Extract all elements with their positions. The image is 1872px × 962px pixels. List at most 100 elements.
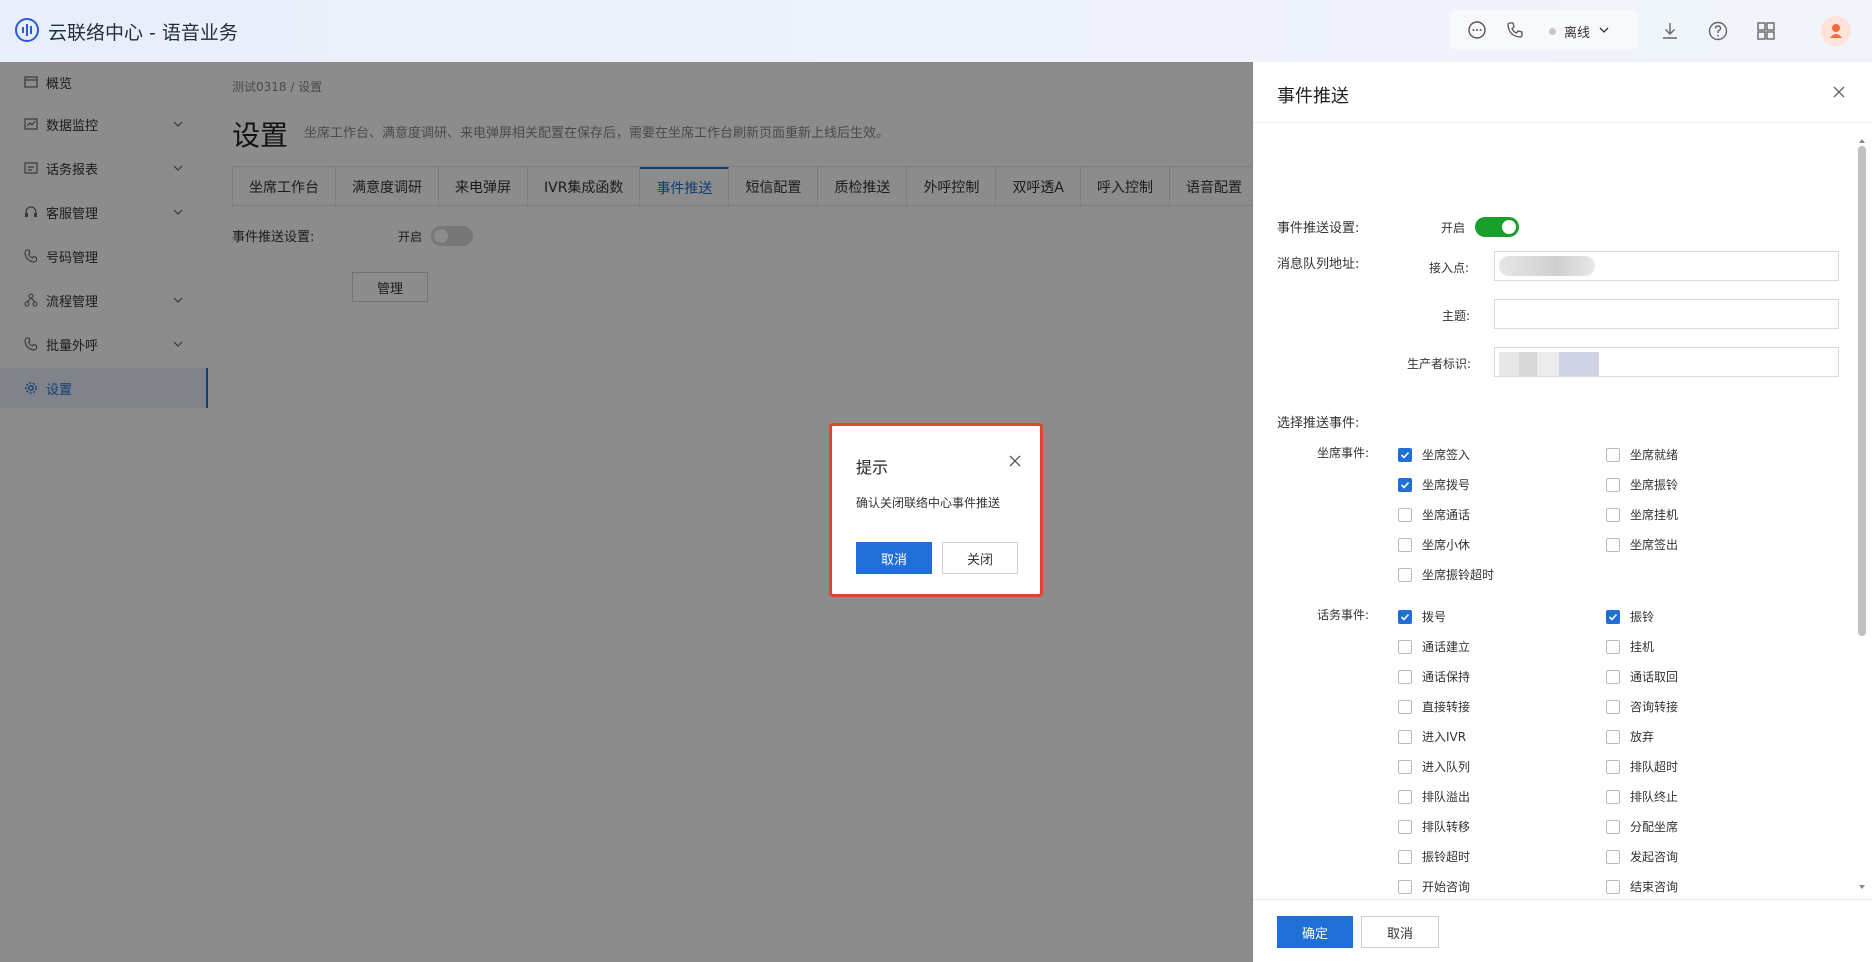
checkbox[interactable] <box>1606 879 1620 894</box>
checkbox[interactable] <box>1606 477 1620 492</box>
event-checkbox-item[interactable]: 振铃超时 <box>1398 848 1470 865</box>
scroll-down-icon[interactable] <box>1858 880 1866 889</box>
checkbox[interactable] <box>1606 447 1620 462</box>
checkbox[interactable] <box>1606 699 1620 714</box>
queue-address-label: 消息队列地址: <box>1277 257 1360 272</box>
checkbox[interactable] <box>1606 669 1620 684</box>
event-checkbox-item[interactable]: 振铃 <box>1606 608 1654 625</box>
close-icon[interactable] <box>1008 454 1022 468</box>
agent-status-select[interactable]: 离线 <box>1564 22 1590 41</box>
cancel-button[interactable]: 取消 <box>1361 916 1439 948</box>
event-checkbox-label: 放弃 <box>1630 730 1655 744</box>
dialog-cancel-button[interactable]: 取消 <box>856 542 932 574</box>
checkbox[interactable] <box>1398 879 1412 894</box>
close-icon[interactable] <box>1831 84 1847 100</box>
event-checkbox-label: 振铃 <box>1630 610 1655 624</box>
event-checkbox-label: 结束咨询 <box>1630 880 1679 894</box>
checkbox[interactable] <box>1398 699 1412 714</box>
checkbox[interactable] <box>1606 537 1620 552</box>
drawer-scrollbar[interactable] <box>1858 146 1866 636</box>
event-checkbox-label: 挂机 <box>1630 640 1655 654</box>
checkbox-checked[interactable] <box>1398 447 1412 462</box>
event-checkbox-label: 通话建立 <box>1422 640 1471 654</box>
chat-icon[interactable] <box>1467 20 1487 40</box>
event-checkbox-label: 进入IVR <box>1422 730 1467 744</box>
event-checkbox-label: 坐席振铃超时 <box>1422 568 1495 582</box>
event-checkbox-item[interactable]: 坐席签出 <box>1606 536 1678 553</box>
event-checkbox-item[interactable]: 坐席挂机 <box>1606 506 1678 523</box>
event-checkbox-label: 排队终止 <box>1630 790 1679 804</box>
event-checkbox-item[interactable]: 坐席拨号 <box>1398 476 1470 493</box>
dialog-close-button[interactable]: 关闭 <box>942 542 1018 574</box>
event-checkbox-item[interactable]: 分配坐席 <box>1606 818 1678 835</box>
event-checkbox-label: 坐席签出 <box>1630 538 1679 552</box>
event-checkbox-item[interactable]: 结束咨询 <box>1606 878 1678 895</box>
checkbox[interactable] <box>1606 849 1620 864</box>
event-checkbox-item[interactable]: 坐席振铃 <box>1606 476 1678 493</box>
push-toggle[interactable] <box>1475 217 1519 237</box>
checkbox-checked[interactable] <box>1606 609 1620 624</box>
event-checkbox-label: 坐席签入 <box>1422 448 1471 462</box>
checkbox-checked[interactable] <box>1398 477 1412 492</box>
checkbox[interactable] <box>1398 759 1412 774</box>
checkbox[interactable] <box>1398 789 1412 804</box>
event-checkbox-item[interactable]: 发起咨询 <box>1606 848 1678 865</box>
event-checkbox-item[interactable]: 坐席签入 <box>1398 446 1470 463</box>
event-checkbox-item[interactable]: 咨询转接 <box>1606 698 1678 715</box>
status-dot <box>1549 28 1556 35</box>
avatar[interactable] <box>1821 16 1851 46</box>
confirm-button[interactable]: 确定 <box>1277 916 1353 948</box>
event-checkbox-item[interactable]: 坐席就绪 <box>1606 446 1678 463</box>
event-checkbox-item[interactable]: 排队转移 <box>1398 818 1470 835</box>
checkbox[interactable] <box>1398 729 1412 744</box>
event-checkbox-item[interactable]: 进入IVR <box>1398 728 1466 745</box>
check-icon <box>1400 613 1410 621</box>
checkbox[interactable] <box>1398 639 1412 654</box>
checkbox-checked[interactable] <box>1398 609 1412 624</box>
event-checkbox-item[interactable]: 坐席振铃超时 <box>1398 566 1494 583</box>
checkbox[interactable] <box>1398 849 1412 864</box>
checkbox[interactable] <box>1606 729 1620 744</box>
checkbox[interactable] <box>1398 507 1412 522</box>
chevron-down-icon[interactable] <box>1597 23 1611 37</box>
checkbox[interactable] <box>1398 669 1412 684</box>
event-checkbox-label: 分配坐席 <box>1630 820 1679 834</box>
checkbox[interactable] <box>1398 567 1412 582</box>
event-checkbox-item[interactable]: 开始咨询 <box>1398 878 1470 895</box>
event-checkbox-item[interactable]: 排队超时 <box>1606 758 1678 775</box>
event-checkbox-item[interactable]: 排队终止 <box>1606 788 1678 805</box>
producer-id-label: 生产者标识: <box>1407 357 1472 371</box>
help-icon[interactable] <box>1707 20 1729 42</box>
event-checkbox-label: 排队转移 <box>1422 820 1471 834</box>
checkbox[interactable] <box>1606 789 1620 804</box>
app-logo-icon <box>15 18 39 42</box>
topic-input[interactable] <box>1494 299 1839 329</box>
event-checkbox-item[interactable]: 坐席小休 <box>1398 536 1470 553</box>
event-checkbox-item[interactable]: 进入队列 <box>1398 758 1470 775</box>
event-checkbox-item[interactable]: 放弃 <box>1606 728 1654 745</box>
event-checkbox-item[interactable]: 坐席通话 <box>1398 506 1470 523</box>
checkbox[interactable] <box>1606 819 1620 834</box>
event-checkbox-item[interactable]: 通话保持 <box>1398 668 1470 685</box>
event-checkbox-item[interactable]: 挂机 <box>1606 638 1654 655</box>
producer-id-input[interactable] <box>1494 347 1839 377</box>
checkbox[interactable] <box>1606 639 1620 654</box>
event-checkbox-label: 排队超时 <box>1630 760 1679 774</box>
apps-grid-icon[interactable] <box>1755 20 1777 42</box>
checkbox[interactable] <box>1398 537 1412 552</box>
checkbox[interactable] <box>1606 759 1620 774</box>
event-checkbox-item[interactable]: 通话取回 <box>1606 668 1678 685</box>
download-icon[interactable] <box>1659 20 1681 42</box>
checkbox[interactable] <box>1398 819 1412 834</box>
access-point-input[interactable] <box>1494 251 1839 281</box>
event-checkbox-label: 振铃超时 <box>1422 850 1471 864</box>
event-checkbox-item[interactable]: 直接转接 <box>1398 698 1470 715</box>
event-group-label: 坐席事件: <box>1317 446 1370 460</box>
event-checkbox-item[interactable]: 拨号 <box>1398 608 1446 625</box>
scroll-up-icon[interactable] <box>1858 134 1866 143</box>
event-checkbox-item[interactable]: 通话建立 <box>1398 638 1470 655</box>
event-checkbox-item[interactable]: 排队溢出 <box>1398 788 1470 805</box>
phone-icon[interactable] <box>1505 20 1525 40</box>
redacted-value <box>1499 352 1599 376</box>
checkbox[interactable] <box>1606 507 1620 522</box>
